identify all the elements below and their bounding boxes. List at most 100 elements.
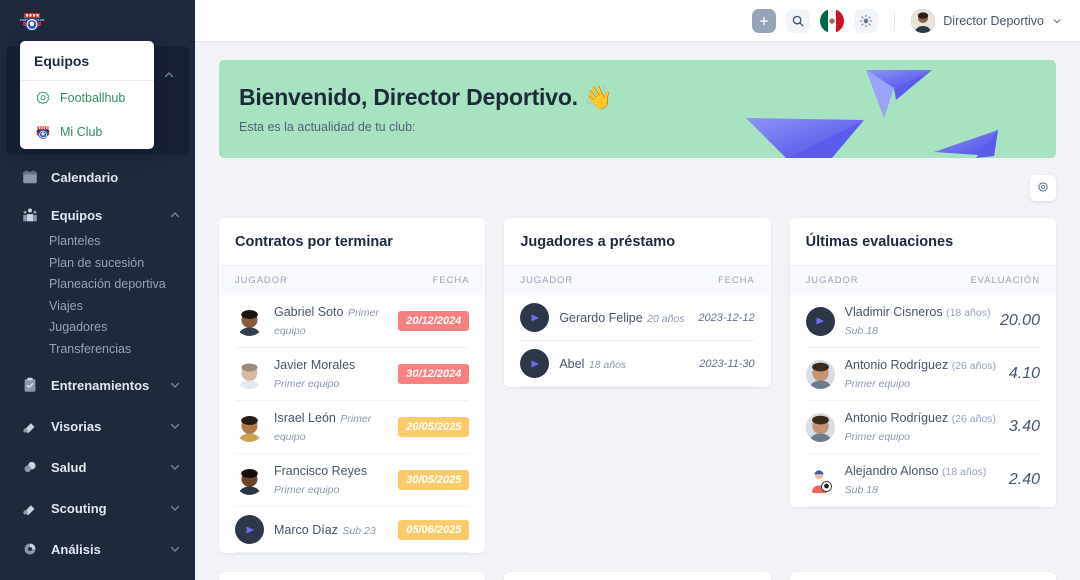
sidebar-item-scouting[interactable]: Scouting	[0, 492, 195, 524]
sidebar-item-label: Calendario	[51, 169, 119, 185]
column-header-evaluacion: EVALUACIÓN	[970, 275, 1040, 286]
theme-toggle-button[interactable]	[854, 8, 879, 33]
sidebar-subitem-planteles[interactable]: Planteles	[0, 231, 195, 253]
player-team: Sub 18	[844, 325, 878, 337]
search-button[interactable]	[786, 8, 811, 33]
chevron-down-icon[interactable]	[169, 502, 181, 514]
evaluation-score: 2.40	[1008, 471, 1040, 488]
sidebar-subitem-planeacion-deportiva[interactable]: Planeación deportiva	[0, 274, 195, 296]
main-area: Director Deportivo Bienvenido, Director …	[195, 0, 1080, 580]
club-crest-icon	[34, 123, 52, 141]
player-name: Gabriel Soto	[274, 305, 344, 319]
sidebar-item-label: Scouting	[51, 500, 107, 516]
card-placeholder[interactable]	[504, 572, 771, 580]
date-badge: 30/12/2024	[398, 364, 470, 384]
player-avatar	[235, 412, 264, 442]
sidebar-item-calendario[interactable]: Calendario	[0, 161, 195, 193]
club-crest-icon[interactable]: FOOTBALL CLUB	[19, 8, 45, 34]
sidebar-subitem-viajes[interactable]: Viajes	[0, 296, 195, 318]
chevron-up-icon[interactable]	[163, 69, 175, 81]
table-body: Vladimir Cisneros (18 años) Sub 18 20.00…	[790, 295, 1056, 507]
table-row[interactable]: Francisco Reyes Primer equipo 30/05/2025	[235, 454, 470, 507]
player-name: Marco Díaz	[274, 522, 338, 537]
player-age: 18 años	[588, 358, 627, 371]
table-row[interactable]: Javier Morales Primer equipo 30/12/2024	[235, 348, 470, 401]
table-row[interactable]: Antonio Rodríguez (26 años) Primer equip…	[805, 401, 1040, 454]
gear-icon	[1038, 182, 1048, 192]
player-avatar	[805, 359, 835, 389]
column-header-jugador: JUGADOR	[805, 275, 859, 286]
chevron-down-icon[interactable]	[169, 420, 181, 432]
dropdown-item-mi-club[interactable]: Mi Club	[20, 115, 154, 149]
player-avatar-icon	[805, 465, 835, 495]
card-placeholder[interactable]	[789, 572, 1056, 580]
chevron-down-icon[interactable]	[169, 461, 181, 473]
card-title: Contratos por terminar	[219, 218, 486, 266]
player-age: (26 años)	[951, 360, 997, 372]
player-name: Francisco Reyes	[274, 464, 368, 478]
card-ultimas-evaluaciones: Últimas evaluaciones JUGADOR EVALUACIÓN …	[789, 218, 1056, 507]
player-avatar	[235, 359, 264, 389]
player-name: Gerardo Felipe	[559, 310, 643, 325]
card-placeholder[interactable]	[219, 572, 486, 580]
sidebar-item-visorias[interactable]: Visorias	[0, 410, 195, 442]
player-name: Alejandro Alonso (18 años)	[844, 464, 987, 478]
sidebar-item-analisis[interactable]: Análisis	[0, 533, 195, 565]
player-name: Javier Morales	[274, 358, 356, 372]
table-row[interactable]: Antonio Rodríguez (26 años) Primer equip…	[805, 348, 1040, 401]
dashboard-cards: Contratos por terminar JUGADOR FECHA Gab…	[219, 218, 1056, 553]
settings-row	[219, 158, 1056, 218]
player-age: (18 años)	[946, 307, 991, 319]
chevron-down-icon[interactable]	[169, 379, 181, 391]
sidebar-subitem-plan-sucesion[interactable]: Plan de sucesión	[0, 253, 195, 275]
add-button[interactable]	[752, 8, 777, 33]
play-icon	[246, 526, 254, 533]
player-age: 20 años	[647, 312, 685, 325]
table-row[interactable]: Israel León Primer equipo 20/05/2025	[235, 401, 470, 454]
sidebar-subitem-jugadores[interactable]: Jugadores	[0, 317, 195, 339]
table-row[interactable]: Gabriel Soto Primer equipo 20/12/2024	[235, 295, 470, 348]
evaluation-score: 20.00	[999, 312, 1040, 329]
column-header-fecha: FECHA	[432, 275, 470, 286]
sidebar-item-label: Entrenamientos	[51, 377, 150, 393]
username-label: Director Deportivo	[943, 13, 1044, 28]
player-team: Primer equipo	[274, 378, 340, 390]
table-row[interactable]: Gerardo Felipe 20 años 2023-12-12	[520, 295, 755, 341]
loan-date: 2023-11-30	[699, 357, 755, 370]
player-name: Israel León	[274, 411, 336, 425]
settings-button[interactable]	[1030, 175, 1056, 201]
sidebar-item-label: Salud	[51, 459, 87, 475]
binoculars-icon	[19, 497, 41, 519]
player-team: Sub 18	[844, 484, 878, 496]
sidebar-item-equipos[interactable]: Equipos	[0, 199, 195, 231]
sidebar-item-entrenamientos[interactable]: Entrenamientos	[0, 369, 195, 401]
card-title: Jugadores a préstamo	[504, 218, 771, 266]
evaluation-score: 4.10	[1008, 365, 1040, 382]
team-icon	[19, 204, 41, 226]
table-row[interactable]: Alejandro Alonso (18 años) Sub 18 2.40	[805, 454, 1040, 507]
table-body: Gabriel Soto Primer equipo 20/12/2024 Ja…	[219, 295, 485, 553]
play-icon	[531, 314, 540, 321]
sidebar-subitem-transferencias[interactable]: Transferencias	[0, 339, 195, 361]
player-name: Antonio Rodríguez (26 años)	[844, 411, 997, 425]
player-avatar	[235, 306, 264, 336]
dropdown-item-footballhub[interactable]: Footballhub	[20, 81, 154, 115]
play-icon	[816, 317, 825, 325]
card-jugadores-a-prestamo: Jugadores a préstamo JUGADOR FECHA Gerar…	[504, 218, 771, 387]
chevron-down-icon[interactable]	[1052, 16, 1062, 26]
table-row[interactable]: Abel 18 años 2023-11-30	[520, 341, 755, 387]
date-badge: 30/05/2025	[398, 470, 470, 490]
language-button[interactable]	[820, 8, 845, 33]
user-menu[interactable]: Director Deportivo	[911, 8, 1062, 33]
sidebar-item-label: Equipos	[51, 207, 103, 223]
chevron-up-icon[interactable]	[169, 209, 181, 221]
sidebar-item-directiva[interactable]: Directiva	[0, 574, 195, 580]
table-row[interactable]: Vladimir Cisneros (18 años) Sub 18 20.00	[805, 295, 1040, 348]
table-body: Gerardo Felipe 20 años 2023-12-12 Abel 1…	[504, 295, 770, 387]
chevron-down-icon[interactable]	[169, 543, 181, 555]
dropdown-item-label: Footballhub	[60, 91, 126, 105]
sidebar-logo-row[interactable]: FOOTBALL CLUB	[0, 0, 195, 42]
table-row[interactable]: Marco Díaz Sub 23 05/06/2025	[235, 507, 470, 553]
plus-icon	[760, 16, 769, 25]
sidebar-item-salud[interactable]: Salud	[0, 451, 195, 483]
